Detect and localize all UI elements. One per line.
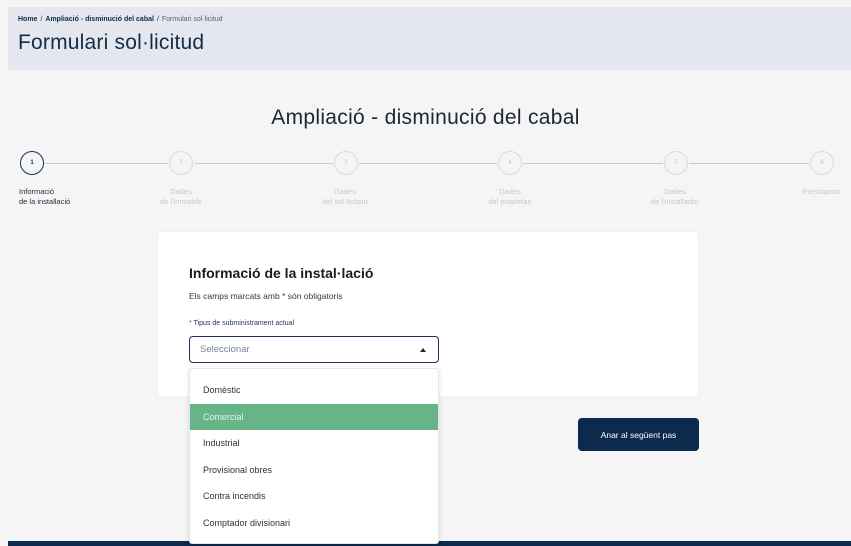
step-3-label-line1: Dades [334,187,356,196]
form-subtitle: Els camps marcats amb * són obligatoris [189,291,343,301]
breadcrumb-section[interactable]: Ampliació - disminució del cabal [45,16,154,23]
option-industrial[interactable]: Industrial [190,430,438,457]
breadcrumb-current: Formulari sol·licitud [161,16,223,23]
supply-type-label: * Tipus de subministrament actual [189,320,294,327]
step-4-label: Dades del propietari [465,187,555,207]
option-provisional-obres[interactable]: Provisional obres [190,457,438,484]
step-6-label-line1: Pressupost [802,187,840,196]
step-3-label-line2: del sol·licitant [322,197,368,206]
stepper-connector [523,163,663,164]
step-2-circle: 2 [169,151,193,175]
form-title: Informació de la instal·lació [189,265,374,281]
select-value: Seleccionar [200,344,250,355]
step-2-label-line2: de l'immoble [160,197,202,206]
breadcrumb-separator: / [156,16,159,23]
option-domestic[interactable]: Domèstic [190,377,438,404]
option-comptador-divisionari[interactable]: Comptador divisionari [190,510,438,537]
step-4-circle: 4 [498,151,522,175]
page-title: Formulari sol·licitud [18,31,205,54]
step-6-circle: 6 [810,151,834,175]
stepper-connector [44,163,168,164]
step-1-label-line2: de la installació [19,197,71,206]
step-3-circle: 3 [334,151,358,175]
stepper-connector [359,163,497,164]
step-3-label: Dades del sol·licitant [300,187,390,207]
supply-type-select[interactable]: Seleccionar [189,336,439,363]
supply-type-label-text: Tipus de subministrament actual [193,320,295,327]
stepper-connector [194,163,333,164]
step-4-label-line1: Dades [499,187,521,196]
step-2-label: Dades de l'immoble [136,187,226,207]
step-2-label-line1: Dades [170,187,192,196]
breadcrumb-separator: / [40,16,43,23]
breadcrumb-home[interactable]: Home [18,16,37,23]
step-6-label: Pressupost [780,187,840,197]
breadcrumb: Home / Ampliació - disminució del cabal … [18,16,223,23]
step-1-label-line1: Informació [19,187,55,196]
step-5-label-line1: Dades [664,187,686,196]
stepper-connector [689,163,809,164]
step-1-circle[interactable]: 1 [20,151,44,175]
required-mark: * [189,320,192,327]
step-5-label: Dades de l'installador [630,187,720,207]
option-comercial[interactable]: Comercial [190,403,438,430]
step-4-label-line2: del propietari [488,197,532,206]
flow-title: Ampliació - disminució del cabal [271,106,580,129]
step-5-circle: 5 [664,151,688,175]
next-step-button[interactable]: Anar al següent pas [578,418,699,451]
caret-up-icon [420,347,426,352]
step-5-label-line2: de l'installador [651,197,699,206]
option-contra-incendis[interactable]: Contra incendis [190,483,438,510]
step-1-label: Informació de la installació [19,187,109,207]
supply-type-dropdown: Domèstic Comercial Industrial Provisiona… [189,368,439,544]
page-header: Home / Ampliació - disminució del cabal … [8,7,851,70]
